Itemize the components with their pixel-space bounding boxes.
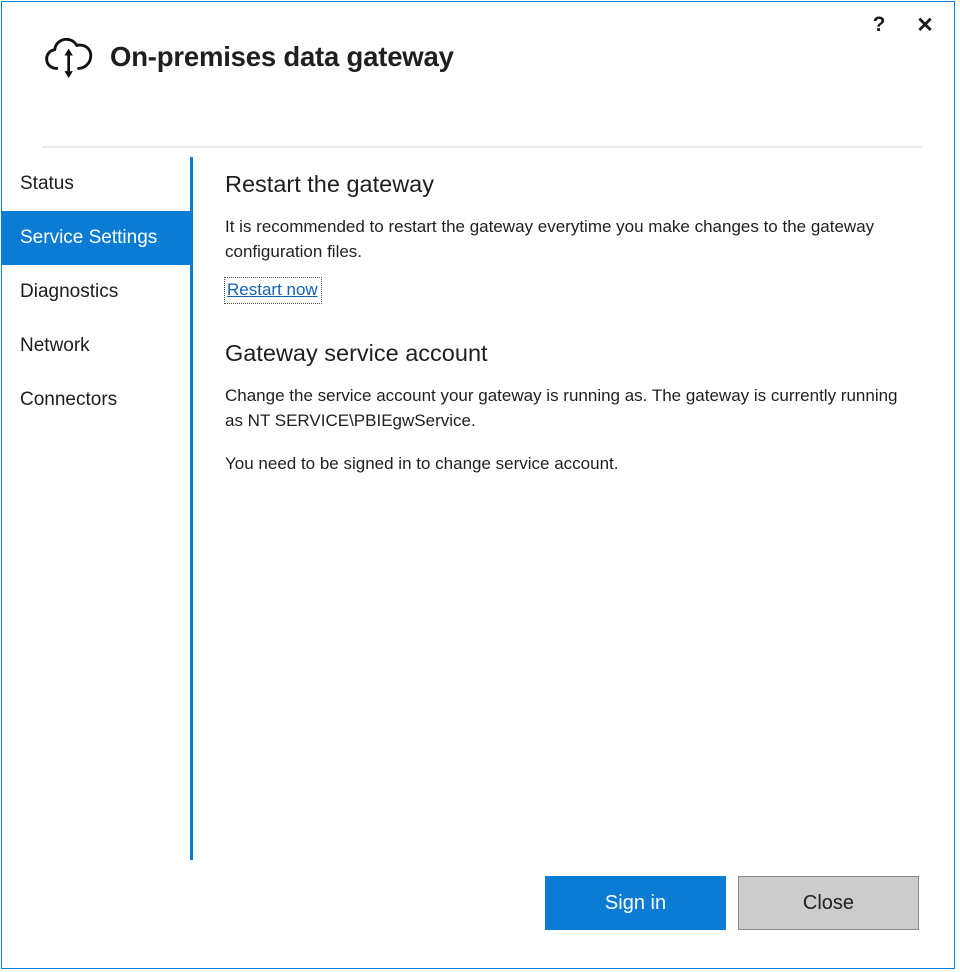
restart-section-description: It is recommended to restart the gateway… — [225, 214, 920, 264]
sidebar-item-status[interactable]: Status — [2, 157, 192, 211]
account-section-note: You need to be signed in to change servi… — [225, 451, 920, 476]
gateway-window: ? ✕ On-premises data gateway Status Serv… — [1, 1, 955, 969]
close-button[interactable]: Close — [738, 876, 919, 930]
sidebar-item-label: Connectors — [20, 389, 117, 411]
restart-gateway-section: Restart the gateway It is recommended to… — [225, 170, 925, 303]
sidebar-item-label: Network — [20, 335, 90, 357]
sign-in-button[interactable]: Sign in — [545, 876, 726, 930]
sidebar-item-label: Service Settings — [20, 227, 157, 249]
sidebar-item-service-settings[interactable]: Service Settings — [2, 211, 192, 265]
header-divider — [42, 146, 922, 148]
account-section-description: Change the service account your gateway … — [225, 383, 920, 433]
gateway-service-account-section: Gateway service account Change the servi… — [225, 339, 925, 476]
sidebar-item-label: Diagnostics — [20, 281, 118, 303]
app-header: On-premises data gateway — [2, 2, 454, 112]
account-section-heading: Gateway service account — [225, 339, 925, 367]
help-icon[interactable]: ? — [856, 4, 902, 46]
page-title: On-premises data gateway — [110, 41, 454, 73]
sidebar-item-label: Status — [20, 173, 74, 195]
sidebar-item-diagnostics[interactable]: Diagnostics — [2, 265, 192, 319]
main-content: Restart the gateway It is recommended to… — [225, 170, 925, 476]
close-icon[interactable]: ✕ — [902, 4, 948, 46]
sidebar-item-connectors[interactable]: Connectors — [2, 373, 192, 427]
cloud-sync-icon — [42, 30, 96, 84]
restart-now-link-focus: Restart now — [225, 278, 321, 303]
sidebar-divider — [190, 157, 193, 860]
restart-section-heading: Restart the gateway — [225, 170, 925, 198]
restart-now-link[interactable]: Restart now — [227, 280, 318, 299]
footer-actions: Sign in Close — [545, 876, 919, 930]
sidebar-nav: Status Service Settings Diagnostics Netw… — [2, 157, 192, 427]
titlebar-controls: ? ✕ — [856, 2, 954, 48]
sidebar-item-network[interactable]: Network — [2, 319, 192, 373]
